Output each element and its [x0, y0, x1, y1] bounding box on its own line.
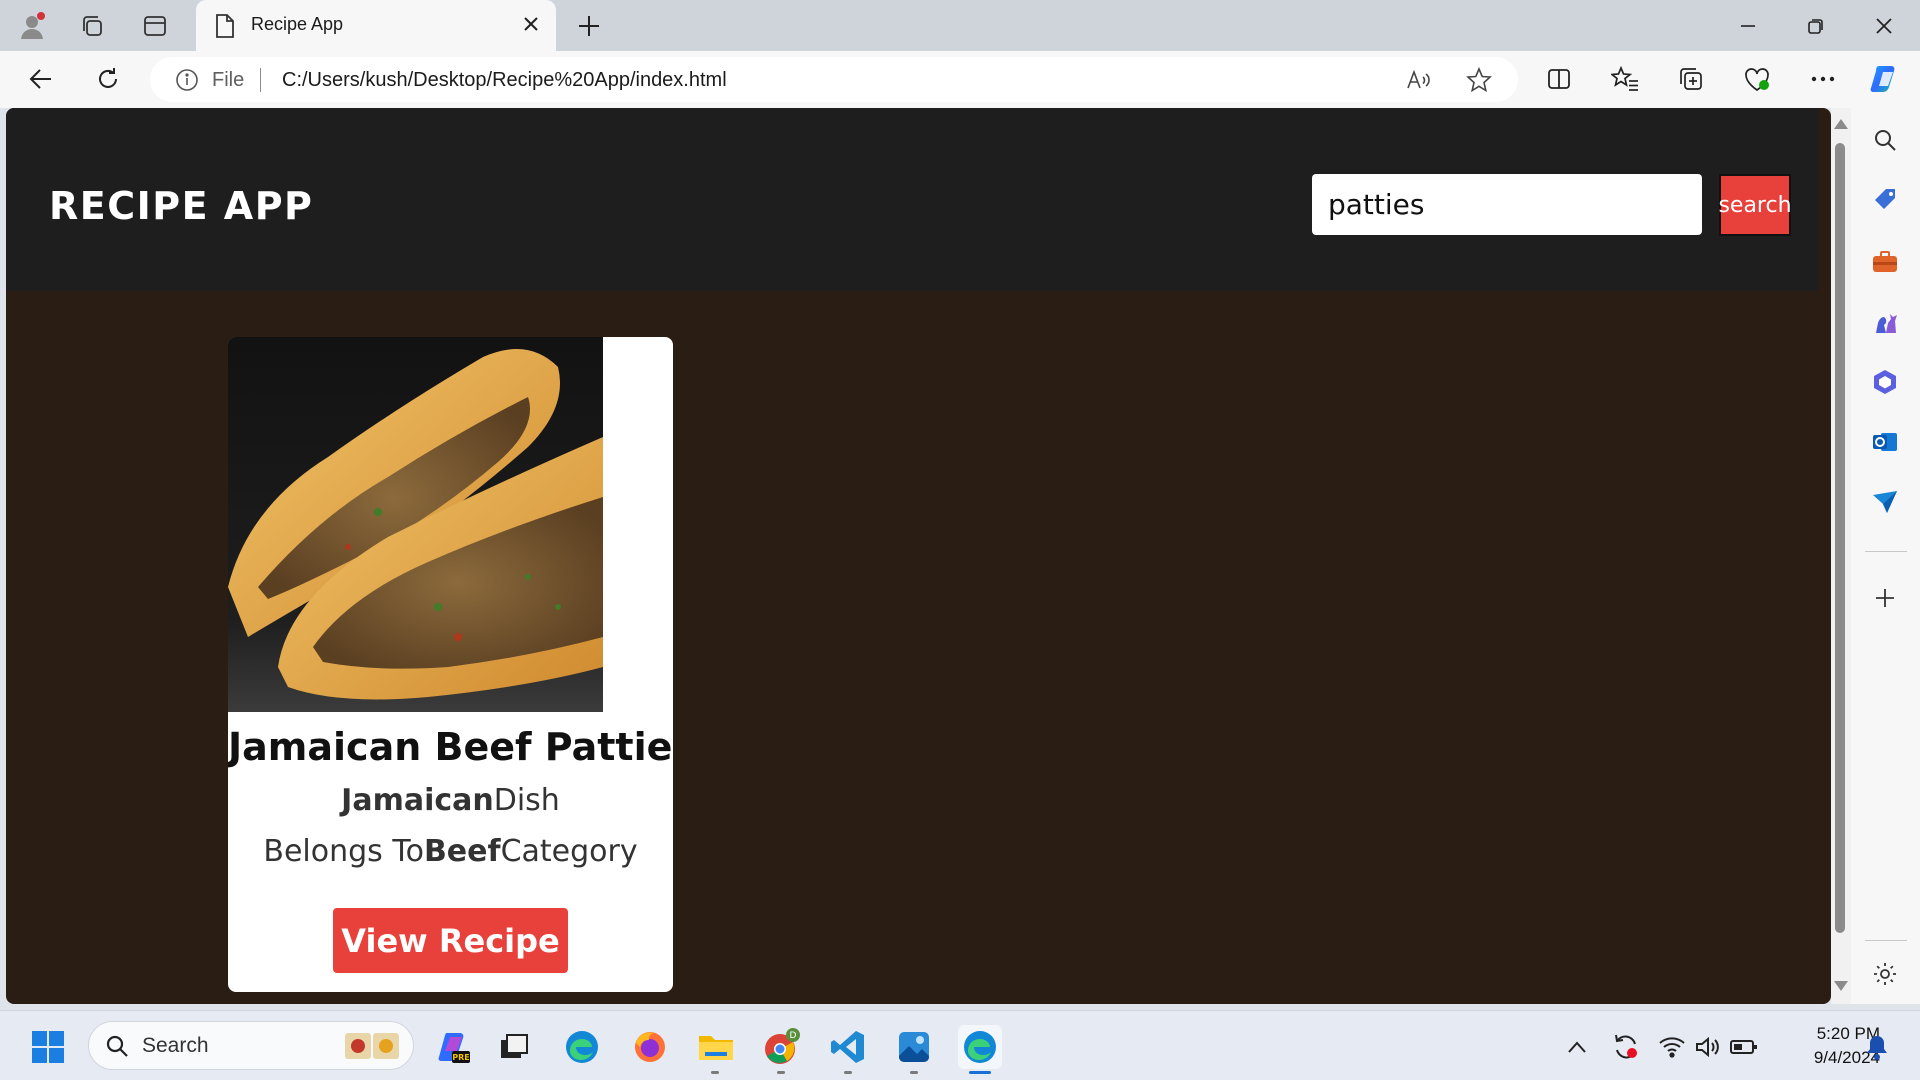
workspaces-icon[interactable] — [74, 8, 110, 44]
recipe-category-name: Beef — [423, 834, 501, 869]
copilot-preview-icon[interactable]: PRE — [432, 1025, 476, 1069]
running-indicator — [844, 1071, 852, 1074]
shopping-tag-icon[interactable] — [1865, 180, 1905, 220]
app-header: RECIPE APP search — [6, 108, 1818, 291]
search-highlight-icon — [343, 1029, 403, 1067]
search-icon — [105, 1034, 129, 1062]
edge-active-icon[interactable] — [958, 1025, 1002, 1069]
photos-icon[interactable] — [892, 1025, 936, 1069]
tools-briefcase-icon[interactable] — [1865, 242, 1905, 282]
recipe-category: Belongs ToBeefCategory — [228, 834, 673, 869]
tab-title: Recipe App — [251, 14, 344, 34]
firefox-icon[interactable] — [628, 1025, 672, 1069]
taskbar-search-box[interactable]: Search — [88, 1021, 414, 1070]
file-explorer-icon[interactable] — [694, 1025, 738, 1069]
recipe-area-name: Jamaican — [341, 783, 494, 818]
edge-sidebar — [1851, 108, 1920, 1004]
collections-icon[interactable] — [1671, 59, 1711, 99]
active-app-indicator — [969, 1071, 991, 1074]
more-menu-icon[interactable] — [1803, 59, 1843, 99]
edge-taskbar-icon[interactable] — [560, 1025, 604, 1069]
taskbar-search-label: Search — [142, 1034, 209, 1057]
browser-essentials-icon[interactable] — [1737, 59, 1777, 99]
recipe-category-suffix: Category — [500, 834, 638, 869]
sync-status-icon[interactable] — [1604, 1025, 1648, 1069]
back-icon[interactable] — [21, 59, 61, 99]
running-indicator — [711, 1071, 719, 1074]
new-tab-icon[interactable] — [571, 8, 607, 44]
restore-button[interactable] — [1784, 4, 1848, 48]
url-scheme-label: File — [212, 69, 245, 91]
sidebar-divider — [1865, 940, 1907, 941]
minimize-button[interactable] — [1716, 4, 1780, 48]
recipe-card: Jamaican Beef Patties JamaicanDish Belon… — [228, 337, 673, 992]
search-button[interactable]: search — [1718, 174, 1792, 236]
page-viewport: RECIPE APP search — [6, 108, 1831, 1004]
browser-toolbar: File C:/Users/kush/Desktop/Recipe%20App/… — [0, 51, 1920, 108]
battery-icon[interactable] — [1722, 1025, 1766, 1069]
app-title: RECIPE APP — [49, 184, 314, 228]
settings-gear-icon[interactable] — [1865, 954, 1905, 994]
recipe-area-suffix: Dish — [493, 783, 560, 818]
notifications-bell-icon[interactable] — [1855, 1025, 1899, 1069]
send-icon[interactable] — [1865, 482, 1905, 522]
site-info-icon[interactable] — [175, 68, 199, 96]
browser-tab-strip: Recipe App — [0, 0, 1920, 51]
vertical-tabs-icon[interactable] — [137, 8, 173, 44]
sidebar-divider — [1865, 551, 1907, 552]
recipe-category-prefix: Belongs To — [263, 834, 424, 869]
recipe-search-input[interactable] — [1312, 174, 1702, 235]
page-icon — [214, 13, 236, 43]
scroll-down-arrow-icon[interactable] — [1834, 981, 1848, 991]
windows-start-icon[interactable] — [26, 1025, 70, 1069]
url-text[interactable]: C:/Users/kush/Desktop/Recipe%20App/index… — [282, 69, 727, 92]
scroll-thumb[interactable] — [1835, 143, 1845, 933]
games-chess-icon[interactable] — [1865, 302, 1905, 342]
recipe-image — [228, 337, 603, 712]
close-window-button[interactable] — [1852, 4, 1916, 48]
chrome-icon[interactable]: D — [760, 1025, 804, 1069]
microsoft-365-icon[interactable] — [1865, 362, 1905, 402]
refresh-icon[interactable] — [88, 59, 128, 99]
recipe-area: JamaicanDish — [228, 783, 673, 818]
page-scrollbar[interactable] — [1831, 108, 1851, 1004]
task-view-icon[interactable] — [492, 1025, 536, 1069]
running-indicator — [777, 1071, 785, 1074]
address-bar[interactable]: File C:/Users/kush/Desktop/Recipe%20App/… — [150, 57, 1518, 102]
split-screen-icon[interactable] — [1539, 59, 1579, 99]
show-hidden-icons-chevron-icon[interactable] — [1555, 1025, 1599, 1069]
view-recipe-button[interactable]: View Recipe — [333, 908, 568, 973]
outlook-icon[interactable] — [1865, 422, 1905, 462]
windows-taskbar: Search PRE D 5:20 PM 9/4/2024 — [0, 1010, 1920, 1080]
search-icon[interactable] — [1865, 120, 1905, 160]
tab-recipe-app[interactable]: Recipe App — [196, 0, 556, 51]
favorite-star-icon[interactable] — [1466, 66, 1492, 97]
running-indicator — [910, 1071, 918, 1074]
recipe-name: Jamaican Beef Patties — [228, 725, 673, 769]
copilot-icon[interactable] — [1866, 59, 1906, 99]
vscode-icon[interactable] — [826, 1025, 870, 1069]
favorites-icon[interactable] — [1605, 59, 1645, 99]
svg-text:PRE: PRE — [452, 1053, 470, 1062]
add-icon[interactable] — [1865, 578, 1905, 618]
read-aloud-icon[interactable] — [1406, 68, 1432, 96]
profile-avatar-icon[interactable] — [14, 8, 50, 44]
scroll-up-arrow-icon[interactable] — [1834, 119, 1848, 129]
url-separator — [260, 68, 261, 92]
svg-text:D: D — [790, 1031, 797, 1041]
close-tab-icon[interactable] — [522, 15, 540, 37]
